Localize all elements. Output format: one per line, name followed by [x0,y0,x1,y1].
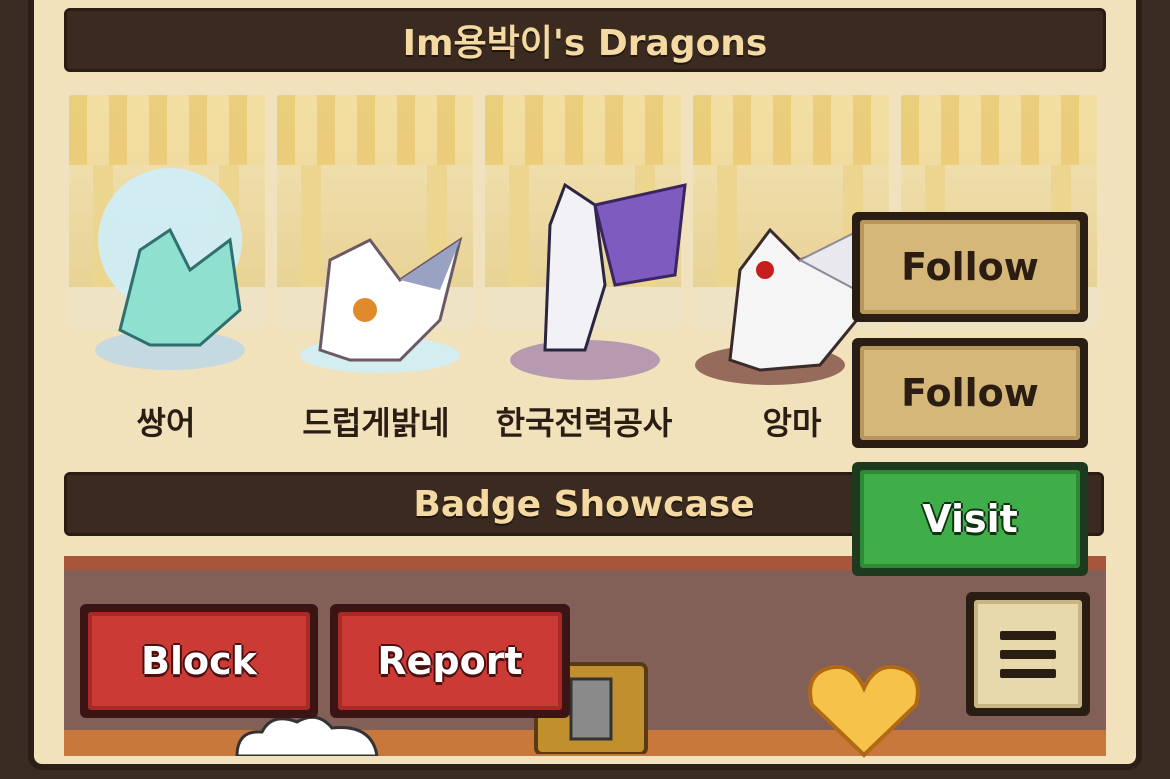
dragon-name-3: 한국전력공사 [495,404,673,442]
follow-button-1[interactable]: Follow [852,212,1088,322]
menu-button[interactable] [966,592,1090,716]
dragons-section-title: Im용박이's Dragons [402,23,768,64]
hamburger-icon [974,600,1082,708]
visit-button[interactable]: Visit [852,462,1088,576]
dragons-section-header: Im용박이's Dragons [64,8,1106,72]
dragon-sprite-dark-icon [510,182,687,380]
report-button[interactable]: Report [330,604,570,718]
badge-section-title: Badge Showcase [413,483,755,525]
heart-badge-icon[interactable] [804,660,924,760]
dragon-sprite-light-icon [300,236,463,373]
dragon-name-1: 쌍어 [136,404,196,442]
follow-button-2[interactable]: Follow [852,338,1088,448]
block-button[interactable]: Block [80,604,318,718]
dragon-sprite-ice-icon [95,168,245,370]
dragon-name-2: 드럽게밝네 [302,404,450,442]
